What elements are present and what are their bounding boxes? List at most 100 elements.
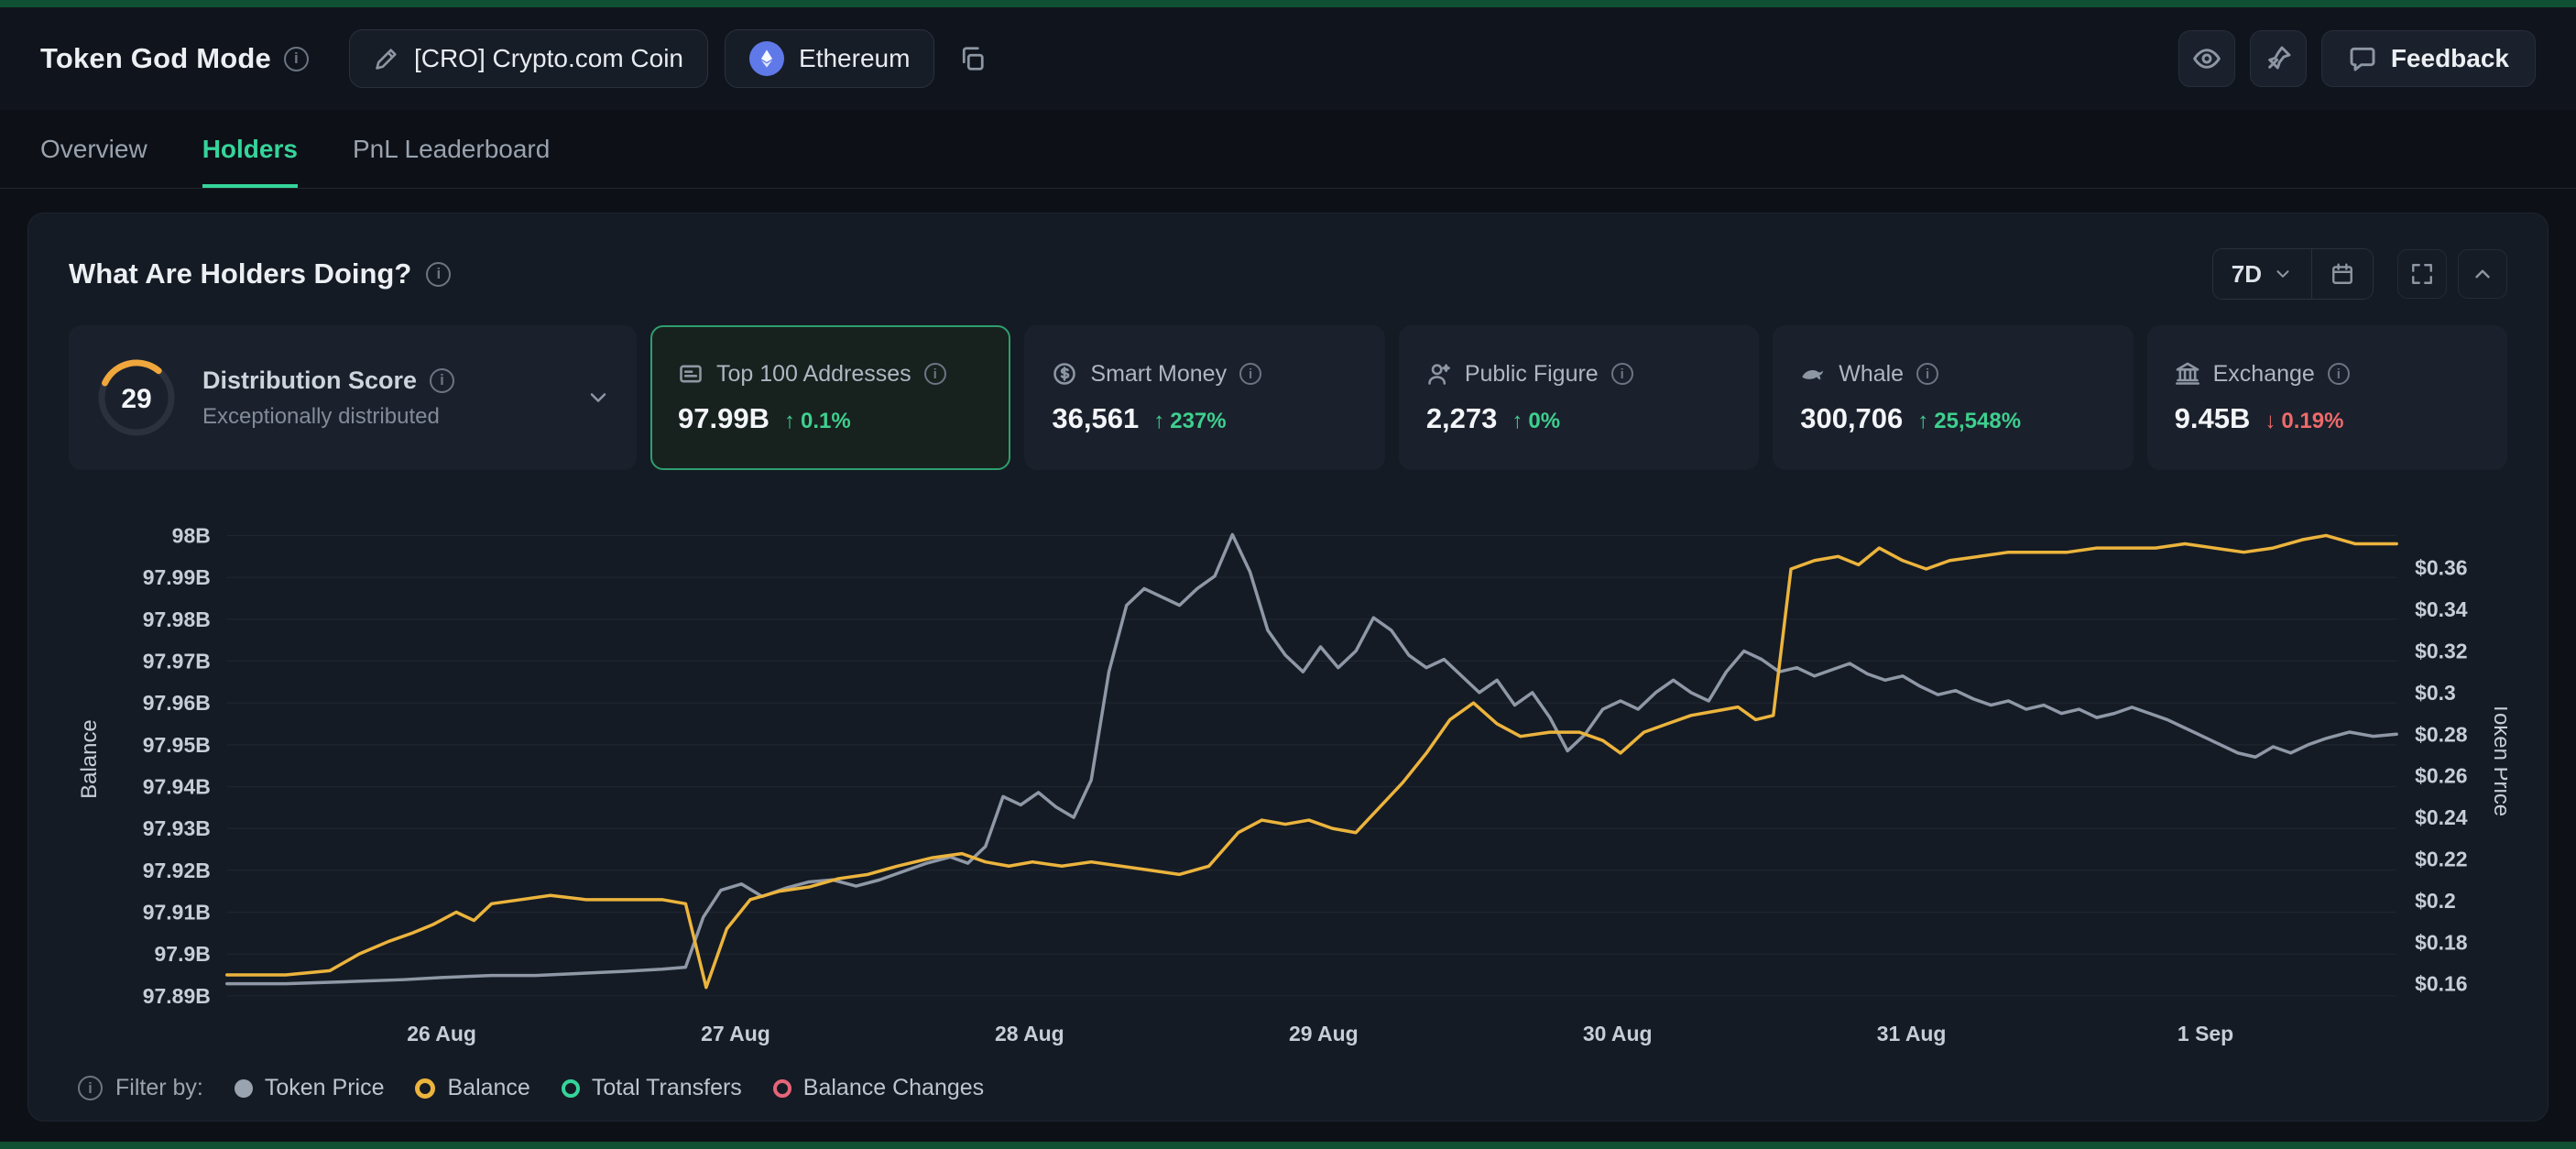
svg-text:97.9B: 97.9B [155,942,211,966]
distribution-score-label: Distribution Score i [202,367,454,395]
legend-label-text: Balance Changes [803,1075,984,1101]
change-value: 0.19% [2281,409,2343,434]
bottom-accent-bar [0,1142,2576,1149]
feedback-label: Feedback [2391,44,2509,73]
card-icon [678,361,704,387]
svg-text:97.98B: 97.98B [143,607,211,631]
chevron-down-icon [2273,264,2293,284]
ethereum-icon [749,41,784,76]
stat-card-whale[interactable]: Whale i 300,706 ↑25,548% [1773,325,2133,470]
distribution-score-card[interactable]: 29 Distribution Score i Exceptionally di… [69,325,637,470]
chain-selector[interactable]: Ethereum [725,29,934,88]
svg-text:$0.2: $0.2 [2415,889,2456,913]
chain-selector-label: Ethereum [799,44,910,73]
range-selector-label: 7D [2232,260,2262,289]
range-selector[interactable]: 7D [2213,249,2311,299]
line-chart[interactable]: 98B97.99B97.98B97.97B97.96B97.95B97.94B9… [69,490,2507,1062]
stat-value: 9.45B [2175,402,2251,435]
pin-icon [2264,44,2293,73]
info-icon[interactable]: i [1611,363,1633,385]
copy-icon [958,45,986,72]
token-selector[interactable]: [CRO] Crypto.com Coin [349,29,708,88]
legend-item-token-price[interactable]: Token Price [235,1075,385,1101]
tab-holders[interactable]: Holders [202,110,298,188]
svg-text:97.97B: 97.97B [143,649,211,673]
header-actions: Feedback [2178,30,2536,87]
info-icon[interactable]: i [430,368,454,393]
balance-changes-dot [773,1079,791,1098]
stat-card-top-100-addresses[interactable]: Top 100 Addresses i 97.99B ↑0.1% [650,325,1010,470]
legend-item-balance-changes[interactable]: Balance Changes [773,1075,984,1101]
coin-icon [1052,361,1077,387]
svg-text:$0.16: $0.16 [2415,972,2467,996]
legend-item-balance[interactable]: Balance [415,1075,529,1101]
info-icon[interactable]: i [78,1076,103,1100]
tab-overview[interactable]: Overview [40,110,147,188]
distribution-score-text: Distribution Score i Exceptionally distr… [202,367,454,430]
stat-change: ↑0.1% [784,409,851,434]
chat-bubble-icon [2348,44,2377,73]
info-icon[interactable]: i [426,262,451,287]
info-icon[interactable]: i [284,47,309,71]
whale-icon [1800,361,1826,387]
distribution-score-label-text: Distribution Score [202,367,417,395]
tab-pnl-leaderboard[interactable]: PnL Leaderboard [353,110,550,188]
chevron-down-icon[interactable] [585,385,611,410]
svg-text:97.91B: 97.91B [143,900,211,924]
svg-text:97.94B: 97.94B [143,774,211,798]
stat-card-exchange[interactable]: Exchange i 9.45B ↓0.19% [2147,325,2507,470]
panel-title-text: What Are Holders Doing? [69,257,411,290]
total-transfers-dot [562,1079,580,1098]
token-selector-label: [CRO] Crypto.com Coin [414,44,683,73]
legend-item-total-transfers[interactable]: Total Transfers [562,1075,742,1101]
tab-overview-label: Overview [40,135,147,164]
stat-change: ↑25,548% [1917,409,2021,434]
watchlist-button[interactable] [2178,30,2235,87]
token-price-dot [235,1079,253,1098]
pencil-icon [374,46,399,71]
holders-chart[interactable]: 98B97.99B97.98B97.97B97.96B97.95B97.94B9… [69,490,2507,1062]
panel-title: What Are Holders Doing? i [69,257,451,290]
legend-label-text: Balance [447,1075,529,1101]
copy-button[interactable] [951,38,993,80]
feedback-button[interactable]: Feedback [2321,30,2536,87]
stat-value: 300,706 [1800,402,1903,435]
tab-pnl-leaderboard-label: PnL Leaderboard [353,135,550,164]
stat-label: Public Figure [1465,361,1599,388]
legend-label-text: Total Transfers [592,1075,742,1101]
svg-text:1 Sep: 1 Sep [2178,1022,2233,1045]
app-header: Token God Mode i [CRO] Crypto.com Coin E… [0,7,2576,110]
collapse-button[interactable] [2458,249,2507,299]
change-arrow-icon: ↑ [1153,409,1164,434]
svg-text:28 Aug: 28 Aug [995,1022,1064,1045]
info-icon[interactable]: i [1916,363,1938,385]
expand-icon [2410,262,2434,286]
main-content: What Are Holders Doing? i 7D [0,189,2576,1145]
svg-text:$0.18: $0.18 [2415,930,2468,954]
expand-button[interactable] [2397,249,2447,299]
page-title-text: Token God Mode [40,42,271,75]
info-icon[interactable]: i [1239,363,1261,385]
info-icon[interactable]: i [924,363,946,385]
legend-label-text: Token Price [265,1075,385,1101]
svg-text:97.92B: 97.92B [143,859,211,882]
change-value: 0% [1528,409,1560,434]
filter-by-label: i Filter by: [78,1075,203,1101]
chart-legend: i Filter by: Token Price Balance Total T… [69,1075,2507,1101]
svg-text:$0.28: $0.28 [2415,722,2468,746]
pin-button[interactable] [2250,30,2307,87]
svg-text:30 Aug: 30 Aug [1583,1022,1653,1045]
calendar-button[interactable] [2311,249,2373,299]
svg-text:26 Aug: 26 Aug [407,1022,476,1045]
svg-text:$0.34: $0.34 [2415,597,2468,621]
stats-row: 29 Distribution Score i Exceptionally di… [69,325,2507,470]
change-arrow-icon: ↑ [1917,409,1928,434]
svg-text:31 Aug: 31 Aug [1877,1022,1947,1045]
stat-change: ↑237% [1153,409,1226,434]
svg-text:$0.36: $0.36 [2415,556,2467,580]
change-arrow-icon: ↑ [784,409,795,434]
stat-card-smart-money[interactable]: Smart Money i 36,561 ↑237% [1024,325,1384,470]
info-icon[interactable]: i [2328,363,2350,385]
stat-card-public-figure[interactable]: Public Figure i 2,273 ↑0% [1399,325,1759,470]
bank-icon [2175,361,2200,387]
